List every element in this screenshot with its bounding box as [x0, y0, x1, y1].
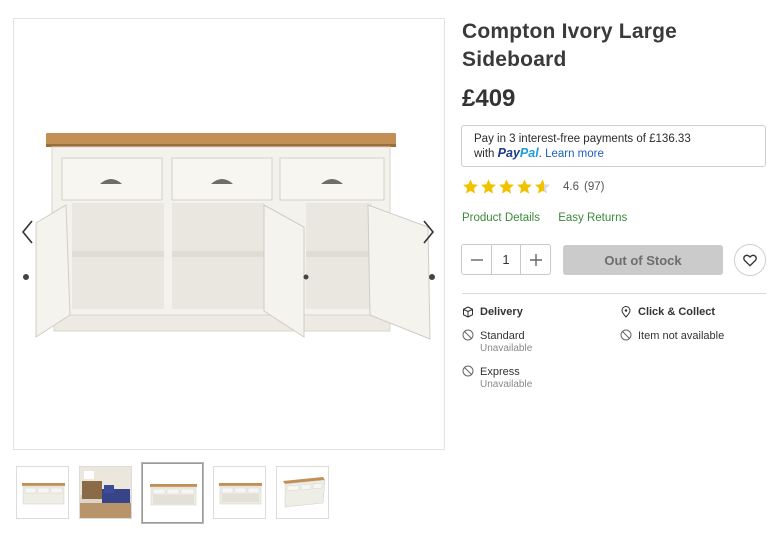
paypal-learn-more-link[interactable]: Learn more [545, 148, 604, 160]
product-image-gallery [13, 18, 445, 450]
heart-icon [743, 254, 757, 267]
star-icon [517, 179, 532, 194]
wishlist-button[interactable] [734, 244, 766, 276]
half-star-icon [535, 179, 550, 194]
delivery-heading-text: Delivery [480, 306, 523, 318]
delivery-heading: Delivery [462, 306, 532, 318]
paypal-logo-pay: Pay [497, 146, 520, 160]
minus-icon [470, 258, 483, 261]
product-info-links: Product Details Easy Returns [462, 212, 642, 224]
delivery-option-status: Unavailable [480, 343, 533, 354]
star-icon [481, 179, 496, 194]
paypal-installments-box: Pay in 3 interest-free payments of £136.… [461, 125, 766, 167]
click-collect-option: Item not available [620, 329, 725, 342]
review-count: (97) [584, 180, 605, 193]
thumbnail-5[interactable] [276, 466, 329, 519]
chevron-right-icon [423, 220, 435, 244]
gallery-next-button[interactable] [418, 219, 438, 245]
product-title: Compton Ivory Large Sideboard [462, 20, 677, 71]
product-details-link[interactable]: Product Details [462, 212, 540, 224]
product-rating[interactable]: 4.6 (97) [462, 178, 604, 195]
quantity-input[interactable]: 1 [491, 245, 521, 274]
out-of-stock-button: Out of Stock [563, 245, 723, 275]
prohibited-icon [620, 329, 632, 341]
delivery-option-standard: Standard Unavailable [462, 329, 533, 354]
delivery-section: Delivery Standard Unavailable Express Un… [462, 306, 532, 390]
delivery-option-status: Unavailable [480, 379, 533, 390]
prohibited-icon [462, 365, 474, 377]
delivery-option-express: Express Unavailable [462, 365, 533, 390]
prohibited-icon [462, 329, 474, 341]
star-icon [463, 179, 478, 194]
gallery-prev-button[interactable] [18, 219, 38, 245]
paypal-with-label: with [474, 148, 495, 160]
product-main-image [23, 133, 435, 340]
chevron-left-icon [21, 220, 33, 244]
thumbnail-4[interactable] [213, 466, 266, 519]
quantity-decrease-button[interactable] [462, 245, 491, 274]
delivery-option-name: Standard [480, 330, 525, 342]
paypal-logo: PayPal [498, 146, 539, 160]
delivery-option-name: Express [480, 366, 520, 378]
click-collect-heading: Click & Collect [620, 306, 724, 318]
thumbnail-2[interactable] [79, 466, 132, 519]
plus-icon [529, 253, 542, 266]
thumbnail-1[interactable] [16, 466, 69, 519]
paypal-period: . [538, 148, 542, 160]
rating-score: 4.6 [563, 180, 579, 193]
click-collect-status: Item not available [638, 330, 725, 342]
quantity-increase-button[interactable] [521, 245, 550, 274]
easy-returns-link[interactable]: Easy Returns [558, 212, 627, 224]
star-rating [462, 178, 551, 195]
location-pin-icon [621, 306, 631, 318]
quantity-stepper: 1 [461, 244, 551, 275]
click-collect-section: Click & Collect Item not available [620, 306, 724, 342]
product-price: £409 [462, 85, 516, 112]
box-icon [463, 306, 473, 318]
paypal-logo-pal: Pal [519, 146, 539, 160]
thumbnail-3[interactable] [142, 463, 203, 523]
thumbnail-strip [16, 463, 329, 523]
star-icon [499, 179, 514, 194]
section-divider [462, 293, 766, 294]
click-collect-heading-text: Click & Collect [638, 306, 716, 318]
paypal-installment-text: Pay in 3 interest-free payments of £136.… [474, 133, 691, 145]
